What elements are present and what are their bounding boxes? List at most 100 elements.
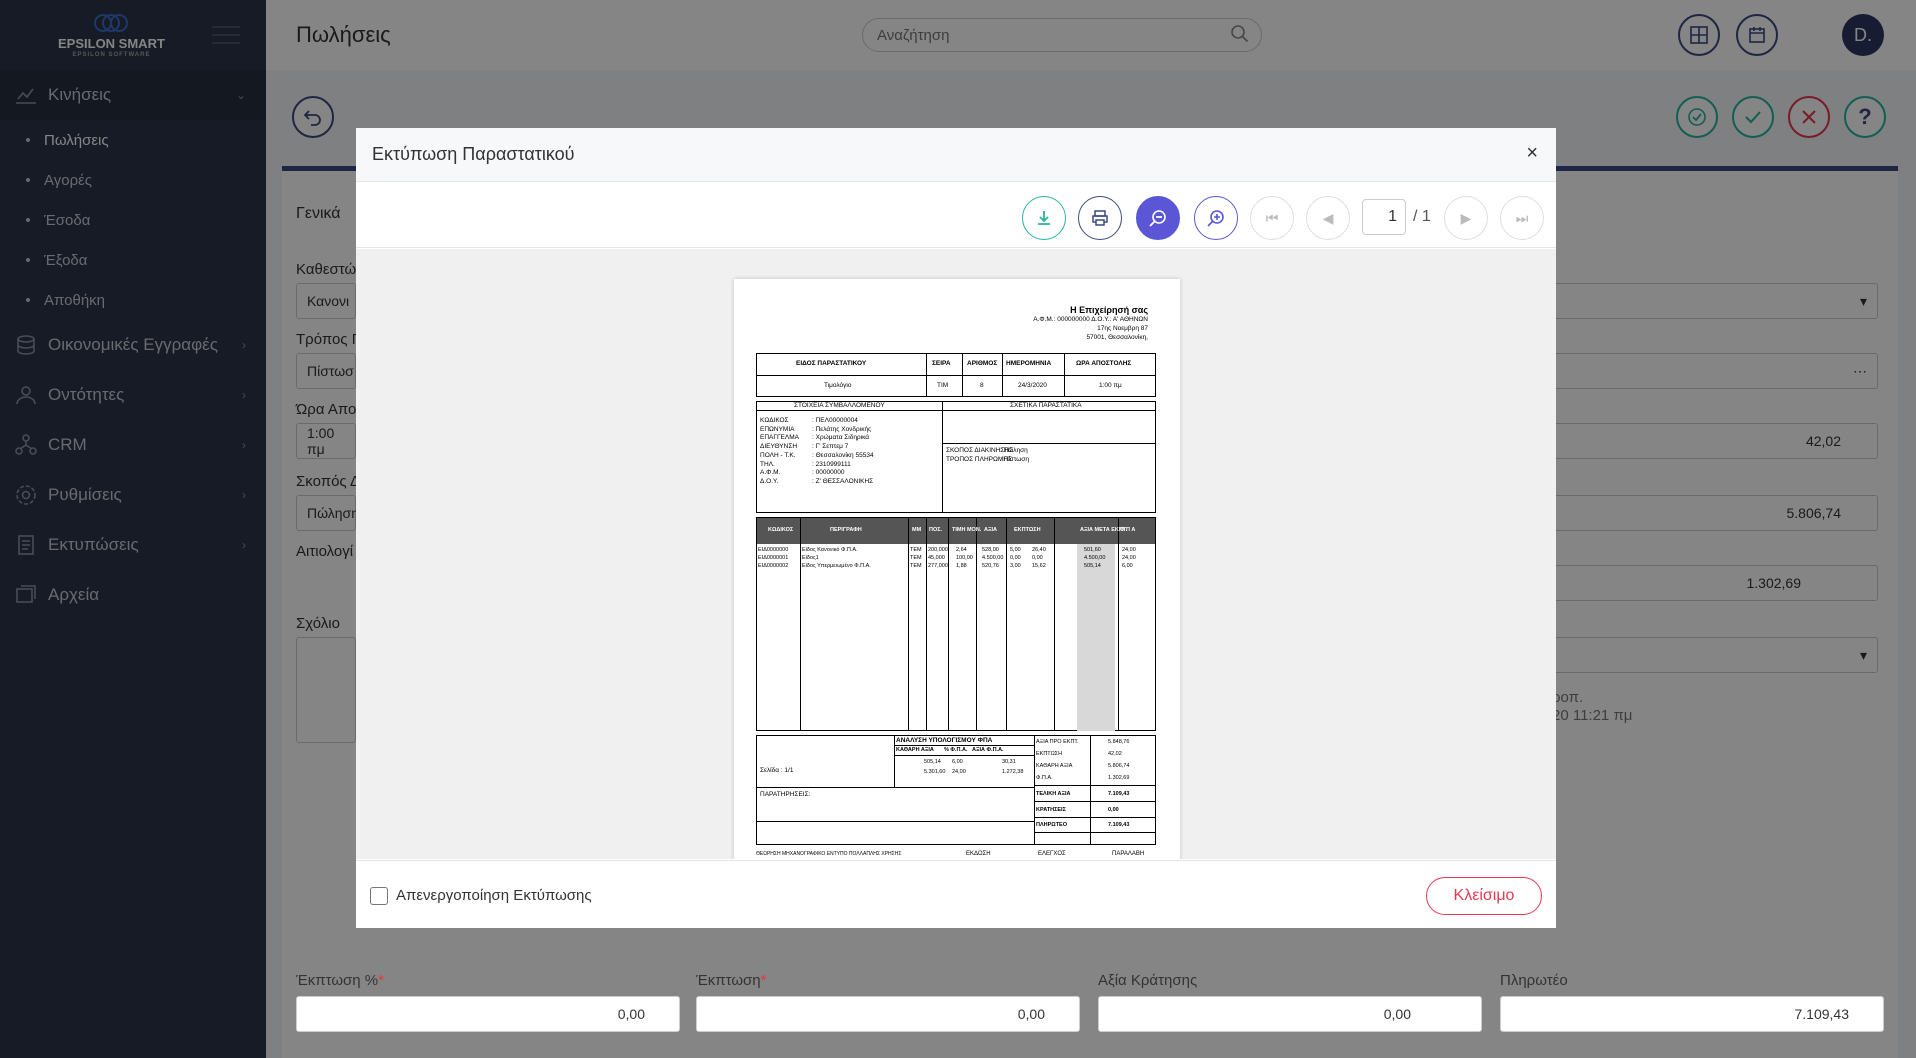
doc-total-divider	[1034, 832, 1156, 833]
disable-print-label: Απενεργοποίηση Εκτύπωσης	[396, 887, 592, 904]
page-total: / 1	[1413, 208, 1431, 225]
doc-foot-4: ΠΑΡΑΛΑΒΗ	[1112, 851, 1145, 857]
doc-vat-col: ΑΞΙΑ Φ.Π.Α.	[972, 747, 1004, 753]
next-icon: ▶	[1460, 209, 1472, 226]
doc-company: Η Επιχείρησή σας	[1070, 305, 1148, 315]
zoom-in-icon	[1207, 210, 1224, 227]
doc-cust-key: ΤΗΛ.	[760, 460, 775, 468]
doc-vat-net: 5.301,60	[924, 769, 946, 775]
first-page-button[interactable]: ⏮	[1250, 196, 1294, 240]
doc-total-value: 7.109,43	[1108, 791, 1130, 797]
modal-footer: Απενεργοποίηση Εκτύπωσης Κλείσιμο	[356, 860, 1556, 928]
doc-item-vat: 6,00	[1122, 563, 1133, 569]
doc-cust-key: Δ.Ο.Υ.	[760, 477, 779, 485]
print-modal: Εκτύπωση Παραστατικού × ⏮ ◀ 1 / 1 ▶ ⏭ Η …	[356, 128, 1556, 928]
doc-item-net: 4.500,00	[1084, 555, 1106, 561]
doc-vat-col: ΚΑΘΑΡΗ ΑΞΙΑ	[896, 747, 934, 753]
doc-item-disc: 0,00	[1032, 555, 1043, 561]
next-page-button[interactable]: ▶	[1444, 196, 1488, 240]
doc-vat-net: 505,14	[924, 759, 941, 765]
doc-col-header: ΠΕΡΙΓΡΑΦΗ	[830, 527, 862, 533]
doc-cust-value: : Πελάτης Χονδρικής	[812, 425, 872, 433]
doc-col-divider	[1054, 517, 1055, 731]
doc-col-divider	[908, 517, 909, 731]
doc-item-desc: Είδος Υπερμειωμένο Φ.Π.Α.	[802, 563, 871, 569]
prev-icon: ◀	[1322, 209, 1334, 226]
doc-col-divider	[976, 517, 977, 731]
viewer-toolbar: ⏮ ◀ 1 / 1 ▶ ⏭	[356, 182, 1556, 248]
doc-item-value: 4.500,00	[982, 555, 1004, 561]
doc-vat-title: ΑΝΑΛΥΣΗ ΥΠΟΛΟΓΙΣΜΟΥ ΦΠΑ	[896, 737, 993, 744]
last-page-button[interactable]: ⏭	[1500, 196, 1544, 240]
doc-cust-key: ΕΠΑΓΓΕΛΜΑ	[760, 434, 799, 442]
zoom-out-button[interactable]	[1136, 196, 1180, 240]
doc-val-series: ΤΙΜ	[937, 382, 949, 389]
discount-input[interactable]: 0,00	[696, 996, 1080, 1032]
doc-total-value: 0,00	[1108, 807, 1119, 813]
doc-item-desc: Είδος1	[802, 555, 819, 561]
doc-hdr-time: ΩΡΑ ΑΠΟΣΤΟΛΗΣ	[1076, 360, 1132, 367]
download-icon	[1038, 211, 1050, 225]
modal-title: Εκτύπωση Παραστατικού	[372, 144, 575, 164]
doc-col-header: ΚΩΔΙΚΟΣ	[768, 527, 794, 533]
doc-hdr-series: ΣΕΙΡΑ	[932, 360, 951, 367]
first-page-icon: ⏮	[1265, 209, 1279, 226]
discount-pct-input[interactable]: 0,00	[296, 996, 680, 1032]
doc-item-code: ΕΙΔ0000001	[758, 555, 789, 561]
print-button[interactable]	[1078, 196, 1122, 240]
close-icon[interactable]: ×	[1526, 142, 1538, 165]
doc-afm: Α.Φ.Μ.: 000000000 Δ.Ο.Υ.: Α' ΑΘΗΝΩΝ	[1033, 316, 1148, 323]
doc-item-value: 528,00	[982, 547, 999, 553]
discount-label: Έκπτωση*	[696, 972, 767, 989]
doc-cust-key: ΔΙΕΥΘΥΝΣΗ	[760, 443, 798, 451]
doc-item-disc-pct: 0,00	[1010, 555, 1021, 561]
doc-col-divider	[948, 517, 949, 731]
doc-col-divider	[1006, 517, 1007, 731]
doc-cust-value: : Θεσσαλονίκη 55534	[812, 451, 874, 459]
document-viewer[interactable]: Η Επιχείρησή σας Α.Φ.Μ.: 000000000 Δ.Ο.Υ…	[356, 249, 1556, 859]
discount-pct-label: Έκπτωση %*	[296, 972, 384, 989]
doc-page-label: Σελίδα : 1/1	[760, 767, 794, 774]
prev-page-button[interactable]: ◀	[1306, 196, 1350, 240]
doc-foot-2: ΕΚΔΟΣΗ	[966, 851, 991, 857]
doc-vat-col: % Φ.Π.Α.	[944, 747, 968, 753]
doc-item-qty: 200,000	[928, 547, 948, 553]
close-button[interactable]: Κλείσιμο	[1426, 877, 1542, 915]
doc-item-vat: 24,00	[1122, 547, 1136, 553]
doc-item-net: 501,60	[1084, 547, 1101, 553]
doc-cust-value: : Ζ' ΘΕΣΣΑΛΟΝΙΚΗΣ	[812, 477, 874, 485]
doc-item-vat: 24,00	[1122, 555, 1136, 561]
modal-header: Εκτύπωση Παραστατικού	[356, 128, 1556, 182]
doc-move-value: : Πώληση	[1000, 447, 1028, 454]
doc-move-value: : Πίστωση	[1000, 455, 1029, 463]
doc-cust-value: : Χρώματα Σιδηρικά	[812, 434, 870, 442]
doc-item-price: 2,64	[956, 547, 967, 553]
page-number-input[interactable]: 1	[1362, 199, 1406, 235]
doc-city: 57001, Θεσσαλονίκη,	[1086, 334, 1148, 341]
doc-col-header: Φ Π Α	[1120, 527, 1136, 533]
doc-item-value: 520,76	[982, 563, 999, 569]
doc-col-header: ΤΙΜΗ ΜΟΝ.	[952, 527, 982, 533]
hold-input[interactable]: 0,00	[1098, 996, 1482, 1032]
doc-total-value: 5.806,74	[1108, 763, 1130, 769]
doc-item-net: 505,14	[1084, 563, 1101, 569]
doc-cust-value: : ΠΕΛ00000004	[812, 417, 858, 424]
doc-total-label: ΑΞΙΑ ΠΡΟ ΕΚΠΤ.	[1036, 739, 1079, 745]
doc-item-desc: Είδος Κανονικό Φ.Π.Α.	[802, 547, 858, 553]
doc-col-header: ΑΞΙΑ	[984, 527, 998, 533]
hold-label: Αξία Κράτησης	[1098, 972, 1198, 989]
zoom-in-button[interactable]	[1194, 196, 1238, 240]
payable-input[interactable]: 7.109,43	[1500, 996, 1884, 1032]
doc-val-type: Τιμολόγιο	[824, 382, 852, 389]
doc-val-number: 8	[980, 382, 984, 389]
last-page-icon: ⏭	[1515, 209, 1529, 226]
doc-highlight-col	[1077, 544, 1115, 731]
doc-col-divider	[926, 517, 927, 731]
doc-notes-label: ΠΑΡΑΤΗΡΗΣΕΙΣ:	[760, 791, 811, 798]
disable-print-checkbox[interactable]	[370, 887, 388, 905]
doc-foot-3: ΕΛΕΓΧΟΣ	[1038, 851, 1066, 857]
doc-hdr-date: ΗΜΕΡΟΜΗΝΙΑ	[1006, 360, 1052, 367]
doc-total-label: ΕΚΠΤΩΣΗ	[1036, 751, 1063, 757]
doc-address: 17ης Νοεμβρη 87	[1097, 325, 1148, 332]
download-button[interactable]	[1022, 196, 1066, 240]
